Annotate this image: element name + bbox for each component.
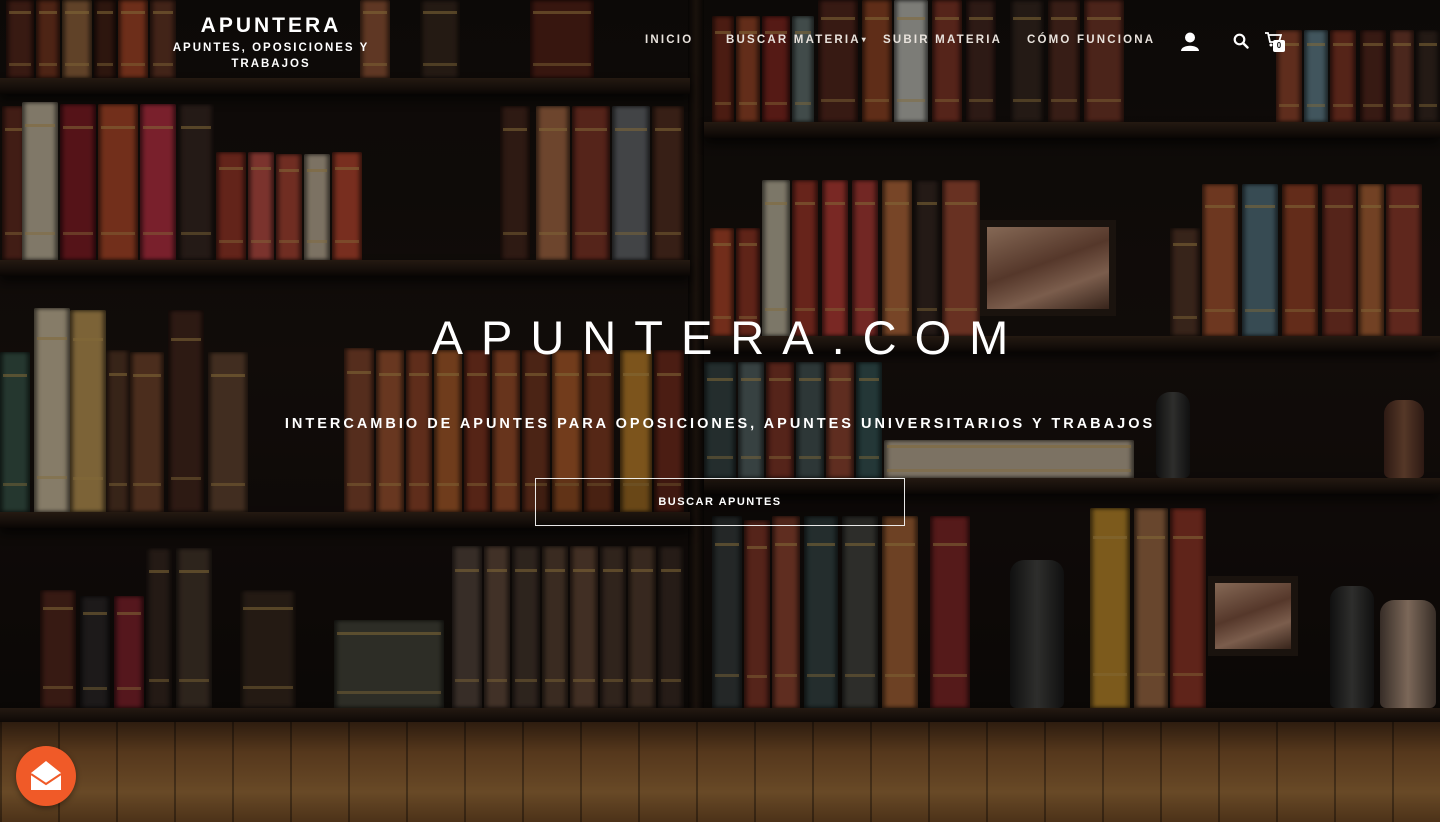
search-notes-button[interactable]: BUSCAR APUNTES bbox=[535, 478, 905, 526]
brand-logo-link[interactable]: APUNTERA APUNTES, OPOSICIONES Y TRABAJOS bbox=[160, 14, 382, 72]
hero-background bbox=[0, 0, 1440, 822]
nav-item-como-funciona[interactable]: CÓMO FUNCIONA bbox=[1027, 34, 1155, 46]
caret-down-icon: ▾ bbox=[861, 35, 868, 44]
user-icon[interactable] bbox=[1180, 31, 1200, 53]
hero-title: APUNTERA.COM bbox=[431, 311, 1027, 364]
cart-count-badge: 0 bbox=[1273, 40, 1285, 52]
brand-title: APUNTERA bbox=[200, 14, 342, 37]
contact-button[interactable] bbox=[16, 746, 76, 806]
envelope-icon bbox=[30, 761, 62, 790]
dark-overlay bbox=[0, 0, 1440, 822]
hero-subtitle: INTERCAMBIO DE APUNTES PARA OPOSICIONES,… bbox=[284, 416, 1156, 432]
brand-tagline: APUNTES, OPOSICIONES Y TRABAJOS bbox=[172, 42, 370, 70]
nav-item-subir-materia[interactable]: SUBIR MATERIA bbox=[883, 34, 1002, 46]
search-icon[interactable] bbox=[1233, 33, 1249, 49]
nav-item-label: BUSCAR MATERIA bbox=[726, 34, 861, 46]
nav-item-buscar-materia[interactable]: BUSCAR MATERIA▾ bbox=[726, 34, 868, 46]
nav-item-inicio[interactable]: INICIO bbox=[645, 34, 693, 46]
